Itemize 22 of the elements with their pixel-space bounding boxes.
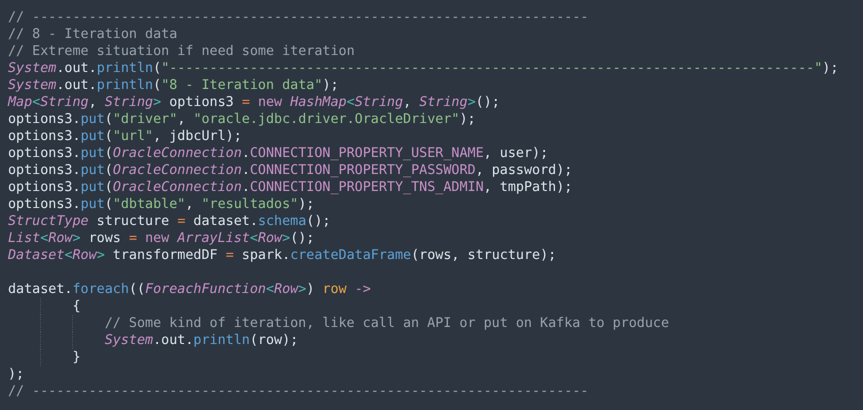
code-line: options3.put("driver", "oracle.jdbc.driver.OracleDriver");: [8, 111, 476, 128]
code-line: options3.put("url", jdbcUrl);: [8, 128, 242, 145]
code-line: dataset.foreach((ForeachFunction<Row>) row ->: [8, 281, 371, 298]
code-line: }: [72, 349, 81, 366]
code-line: options3.put(OracleConnection.CONNECTION_PROPERTY_USER_NAME, user);: [8, 145, 548, 162]
code-line: // Some kind of iteration, like call an API or put on Kafka to produce: [104, 315, 670, 332]
code-line: // ---------------------------------------------------------------------: [8, 9, 588, 26]
code-line: {: [72, 298, 81, 315]
code-line: List<Row> rows = new ArrayList<Row>();: [8, 230, 314, 247]
code-line: // ---------------------------------------------------------------------: [8, 383, 588, 400]
code-line: Dataset<Row> transformedDF = spark.createDataFrame(rows, structure);: [8, 247, 556, 264]
code-line: System.out.println(row);: [104, 332, 298, 349]
code-line: // Extreme situation if need some iteration: [8, 43, 355, 60]
code-line: System.out.println("--------------------------------------------------------------------------------");: [8, 60, 838, 77]
code-line: System.out.println("8 - Iteration data");: [8, 77, 339, 94]
code-line: options3.put(OracleConnection.CONNECTION_PROPERTY_PASSWORD, password);: [8, 162, 572, 179]
code-line: Map<String, String> options3 = new HashMap<String, String>();: [8, 94, 500, 111]
code-line: // 8 - Iteration data: [8, 26, 178, 43]
code-line: options3.put("dbtable", "resultados");: [8, 196, 314, 213]
code-line: StructType structure = dataset.schema();: [8, 213, 330, 230]
code-line: );: [8, 366, 24, 383]
code-line: options3.put(OracleConnection.CONNECTION_PROPERTY_TNS_ADMIN, tmpPath);: [8, 179, 572, 196]
